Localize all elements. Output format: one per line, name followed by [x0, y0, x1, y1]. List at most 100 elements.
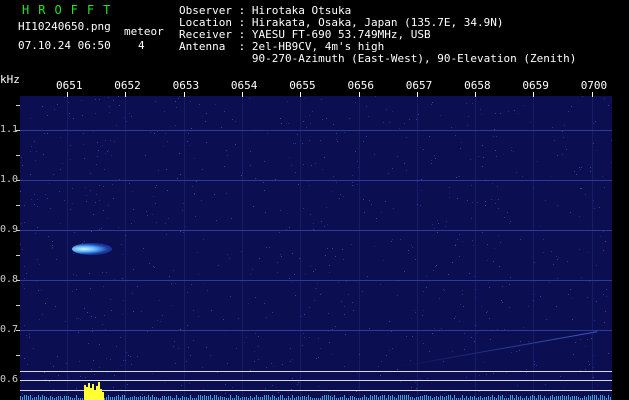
noise-pixel — [47, 115, 48, 116]
meteor-label: meteor — [124, 25, 164, 38]
noise-pixel — [287, 101, 288, 102]
noise-pixel — [127, 384, 128, 385]
noise-pixel — [431, 160, 432, 161]
unit-label: kHz — [0, 73, 20, 86]
noise-pixel — [149, 263, 150, 264]
noise-pixel — [108, 97, 109, 98]
noise-pixel — [289, 157, 290, 158]
noise-pixel — [593, 200, 594, 201]
noise-pixel — [327, 224, 328, 225]
noise-pixel — [423, 310, 424, 311]
noise-pixel — [98, 150, 99, 151]
noise-pixel — [39, 319, 40, 320]
noise-pixel — [346, 281, 347, 282]
level-bar — [214, 395, 215, 400]
noise-pixel — [27, 364, 28, 365]
noise-pixel — [174, 341, 175, 342]
noise-pixel — [95, 317, 96, 318]
level-bar — [198, 395, 199, 400]
level-bar — [302, 396, 303, 400]
noise-pixel — [225, 384, 226, 385]
noise-pixel — [376, 221, 377, 222]
noise-pixel — [352, 182, 353, 183]
noise-pixel — [99, 367, 100, 368]
noise-pixel — [388, 173, 389, 174]
noise-pixel — [205, 121, 206, 122]
noise-pixel — [266, 367, 267, 368]
noise-pixel — [142, 394, 143, 395]
level-bar — [374, 395, 375, 400]
noise-pixel — [55, 306, 56, 307]
noise-pixel — [585, 369, 586, 370]
noise-pixel — [292, 253, 293, 254]
noise-pixel — [543, 252, 544, 253]
noise-pixel — [181, 385, 182, 386]
noise-pixel — [238, 318, 239, 319]
noise-pixel — [503, 154, 504, 155]
noise-pixel — [344, 306, 345, 307]
noise-pixel — [587, 339, 588, 340]
noise-pixel — [457, 239, 458, 240]
noise-pixel — [604, 322, 605, 323]
noise-pixel — [500, 242, 501, 243]
noise-pixel — [531, 230, 532, 231]
level-bar — [430, 396, 431, 400]
noise-pixel — [426, 276, 427, 277]
noise-pixel — [188, 347, 189, 348]
noise-pixel — [72, 291, 73, 292]
noise-pixel — [475, 325, 476, 326]
noise-pixel — [280, 210, 281, 211]
noise-pixel — [579, 216, 580, 217]
noise-pixel — [60, 137, 61, 138]
noise-pixel — [557, 278, 558, 279]
noise-pixel — [466, 103, 467, 104]
noise-pixel — [545, 384, 546, 385]
noise-pixel — [286, 123, 287, 124]
noise-pixel — [324, 226, 325, 227]
x-tick-mark — [533, 92, 535, 97]
noise-pixel — [227, 363, 228, 364]
noise-pixel — [264, 190, 265, 191]
noise-pixel — [80, 376, 81, 377]
frequency-gridline — [20, 330, 612, 331]
level-bar — [182, 396, 183, 400]
noise-pixel — [90, 173, 91, 174]
noise-pixel — [191, 284, 192, 285]
noise-pixel — [199, 104, 200, 105]
noise-pixel — [37, 206, 38, 207]
noise-pixel — [344, 132, 345, 133]
noise-pixel — [433, 270, 434, 271]
noise-pixel — [258, 359, 259, 360]
minute-gridline — [300, 96, 302, 400]
noise-pixel — [153, 266, 154, 267]
level-bar — [510, 395, 511, 400]
noise-pixel — [293, 143, 294, 144]
noise-pixel — [103, 286, 104, 287]
noise-pixel — [343, 259, 344, 260]
noise-pixel — [543, 239, 544, 240]
noise-pixel — [57, 104, 58, 105]
noise-pixel — [315, 269, 316, 270]
noise-pixel — [534, 364, 535, 365]
noise-pixel — [34, 194, 35, 195]
noise-pixel — [458, 176, 459, 177]
noise-pixel — [591, 338, 592, 339]
noise-pixel — [53, 174, 54, 175]
noise-pixel — [416, 119, 417, 120]
noise-pixel — [76, 275, 77, 276]
noise-pixel — [325, 255, 326, 256]
noise-pixel — [557, 259, 558, 260]
noise-pixel — [33, 348, 34, 349]
noise-pixel — [489, 287, 490, 288]
noise-pixel — [49, 183, 50, 184]
level-bar — [384, 395, 385, 400]
noise-pixel — [420, 205, 421, 206]
level-bar — [118, 395, 119, 400]
noise-pixel — [550, 176, 551, 177]
noise-pixel — [309, 307, 310, 308]
noise-pixel — [349, 118, 350, 119]
noise-pixel — [203, 283, 204, 284]
noise-pixel — [47, 133, 48, 134]
level-bar — [324, 395, 325, 400]
noise-pixel — [358, 167, 359, 168]
